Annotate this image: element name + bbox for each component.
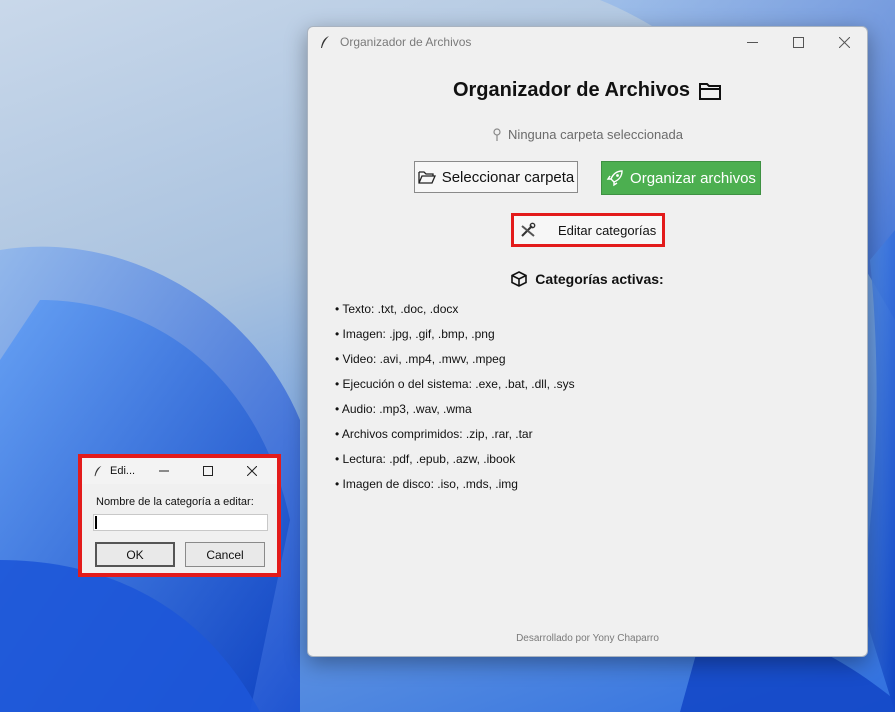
dialog-close-button[interactable] [235, 458, 269, 484]
edit-categories-button[interactable]: Editar categorías [514, 216, 662, 244]
title-bar[interactable]: Organizador de Archivos [308, 27, 867, 57]
close-button[interactable] [821, 27, 867, 57]
minimize-icon [159, 470, 169, 472]
package-icon [511, 271, 528, 287]
dialog-title-bar[interactable]: Edi... [82, 458, 277, 484]
category-name-input[interactable] [93, 514, 268, 531]
list-item: • Imagen de disco: .iso, .mds, .img [335, 477, 518, 491]
tools-icon [521, 222, 536, 237]
dialog-prompt: Nombre de la categoría a editar: [96, 496, 254, 508]
select-folder-label: Seleccionar carpeta [441, 168, 575, 186]
pin-icon [493, 127, 501, 141]
organize-files-label: Organizar archivos [630, 169, 756, 187]
folder-icon [699, 82, 722, 100]
dialog-title: Edi... [110, 465, 136, 477]
main-window: Organizador de Archivos Organizador de A… [307, 26, 868, 657]
text-caret [95, 516, 97, 529]
dialog-maximize-button[interactable] [191, 458, 225, 484]
active-categories-heading: Categorías activas: [308, 271, 867, 287]
app-heading-text: Organizador de Archivos [452, 79, 691, 101]
close-icon [247, 466, 257, 476]
minimize-button[interactable] [729, 27, 775, 57]
list-item: • Archivos comprimidos: .zip, .rar, .tar [335, 427, 533, 441]
maximize-icon [203, 466, 213, 476]
open-folder-icon [418, 171, 436, 184]
close-icon [838, 36, 850, 48]
maximize-button[interactable] [775, 27, 821, 57]
window-title: Organizador de Archivos [340, 35, 472, 49]
list-item: • Lectura: .pdf, .epub, .azw, .ibook [335, 452, 516, 466]
list-item: • Imagen: .jpg, .gif, .bmp, .png [335, 327, 495, 341]
organize-files-button[interactable]: Organizar archivos [601, 161, 761, 195]
select-folder-button[interactable]: Seleccionar carpeta [414, 161, 578, 193]
feather-icon [321, 36, 329, 48]
minimize-icon [746, 41, 758, 43]
rocket-icon [606, 170, 623, 187]
active-categories-text: Categorías activas: [535, 271, 664, 287]
app-heading: Organizador de Archivos [308, 79, 867, 102]
cancel-button[interactable]: Cancel [185, 542, 265, 567]
folder-status: Ninguna carpeta seleccionada [308, 127, 867, 142]
folder-status-text: Ninguna carpeta seleccionada [508, 127, 683, 142]
feather-icon [94, 465, 102, 477]
footer-credit: Desarrollado por Yony Chaparro [516, 633, 659, 644]
list-item: • Ejecución o del sistema: .exe, .bat, .… [335, 377, 575, 391]
list-item: • Texto: .txt, .doc, .docx [335, 302, 459, 316]
list-item: • Audio: .mp3, .wav, .wma [335, 402, 472, 416]
list-item: • Video: .avi, .mp4, .mwv, .mpeg [335, 352, 506, 366]
maximize-icon [792, 36, 804, 48]
edit-category-dialog: Edi... Nombre de la categoría a editar: … [82, 458, 277, 573]
categories-list: • Texto: .txt, .doc, .docx • Imagen: .jp… [335, 301, 575, 501]
ok-button[interactable]: OK [95, 542, 175, 567]
dialog-minimize-button[interactable] [147, 458, 181, 484]
edit-categories-label: Editar categorías [558, 222, 657, 238]
